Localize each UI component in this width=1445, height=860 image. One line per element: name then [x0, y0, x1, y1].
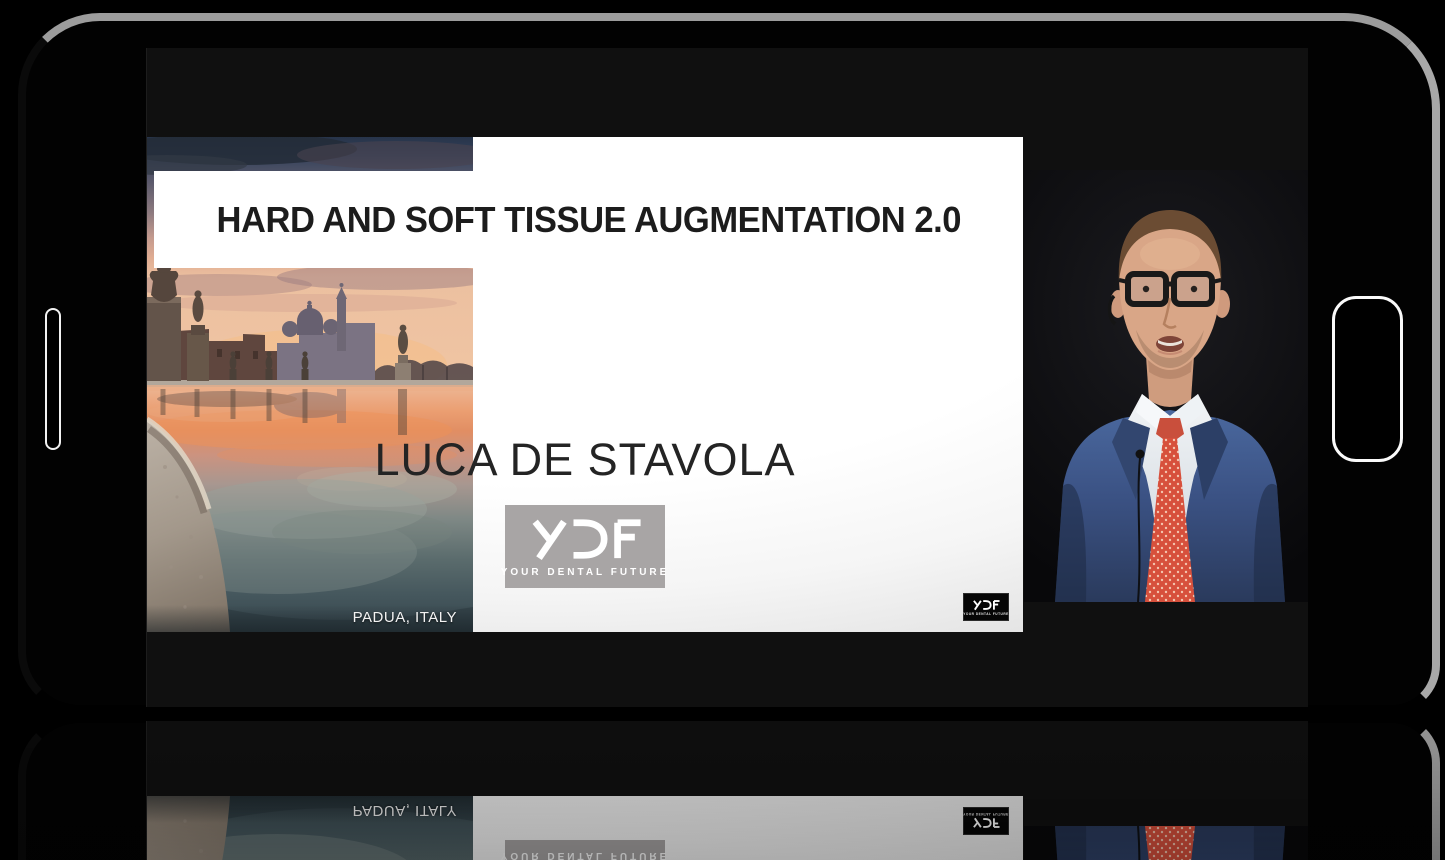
ydf-badge-logo: YDF YOUR DENTAL FUTURE [963, 593, 1009, 621]
speaker-video [1024, 170, 1308, 602]
slide-title-box: HARD AND SOFT TISSUE AUGMENTATION 2.0 [154, 171, 1023, 268]
ydf-badge-logo: YDF YOUR DENTAL FUTURE [963, 807, 1009, 835]
ydf-badge-tagline: YOUR DENTAL FUTURE [963, 812, 1009, 817]
photo-caption: PADUA, ITALY [352, 609, 457, 626]
speaker-illustration [1055, 826, 1285, 860]
presentation-slide: HARD AND SOFT TISSUE AUGMENTATION 2.0 LU… [147, 137, 1023, 632]
speaker-video [1024, 826, 1308, 860]
presentation-slide: HARD AND SOFT TISSUE AUGMENTATION 2.0 LU… [147, 796, 1023, 860]
slide-title: HARD AND SOFT TISSUE AUGMENTATION 2.0 [216, 198, 961, 240]
ydf-logo: YDF YOUR DENTAL FUTURE [501, 505, 666, 588]
ydf-badge-tagline: YOUR DENTAL FUTURE [963, 611, 1009, 616]
video-player-screen: HARD AND SOFT TISSUE AUGMENTATION 2.0 LU… [146, 721, 1308, 860]
ydf-badge-glyphs: YDF [973, 818, 1000, 829]
tablet-device: HARD AND SOFT TISSUE AUGMENTATION 2.0 LU… [18, 13, 1440, 713]
photo-caption: PADUA, ITALY [352, 802, 457, 819]
ydf-logo-glyphs: YDF [532, 518, 641, 560]
presenter-name: LUCA DE STAVOLA [374, 434, 796, 485]
ydf-logo-tagline: YOUR DENTAL FUTURE [500, 850, 670, 860]
device-reflection: HARD AND SOFT TISSUE AUGMENTATION 2.0 LU… [0, 712, 1445, 860]
reflection-mirror: HARD AND SOFT TISSUE AUGMENTATION 2.0 LU… [0, 712, 1445, 860]
video-player-screen[interactable]: HARD AND SOFT TISSUE AUGMENTATION 2.0 LU… [146, 48, 1308, 707]
ydf-logo-tagline: YOUR DENTAL FUTURE [500, 566, 670, 578]
tablet-device-reflection-copy: HARD AND SOFT TISSUE AUGMENTATION 2.0 LU… [18, 715, 1440, 860]
side-button-left [45, 308, 61, 450]
phone-mockup: HARD AND SOFT TISSUE AUGMENTATION 2.0 LU… [0, 0, 1445, 860]
side-button-right [1332, 296, 1403, 462]
speaker-illustration [1055, 210, 1285, 602]
ydf-badge-glyphs: YDF [973, 599, 1000, 610]
ydf-logo: YDF YOUR DENTAL FUTURE [501, 840, 669, 860]
